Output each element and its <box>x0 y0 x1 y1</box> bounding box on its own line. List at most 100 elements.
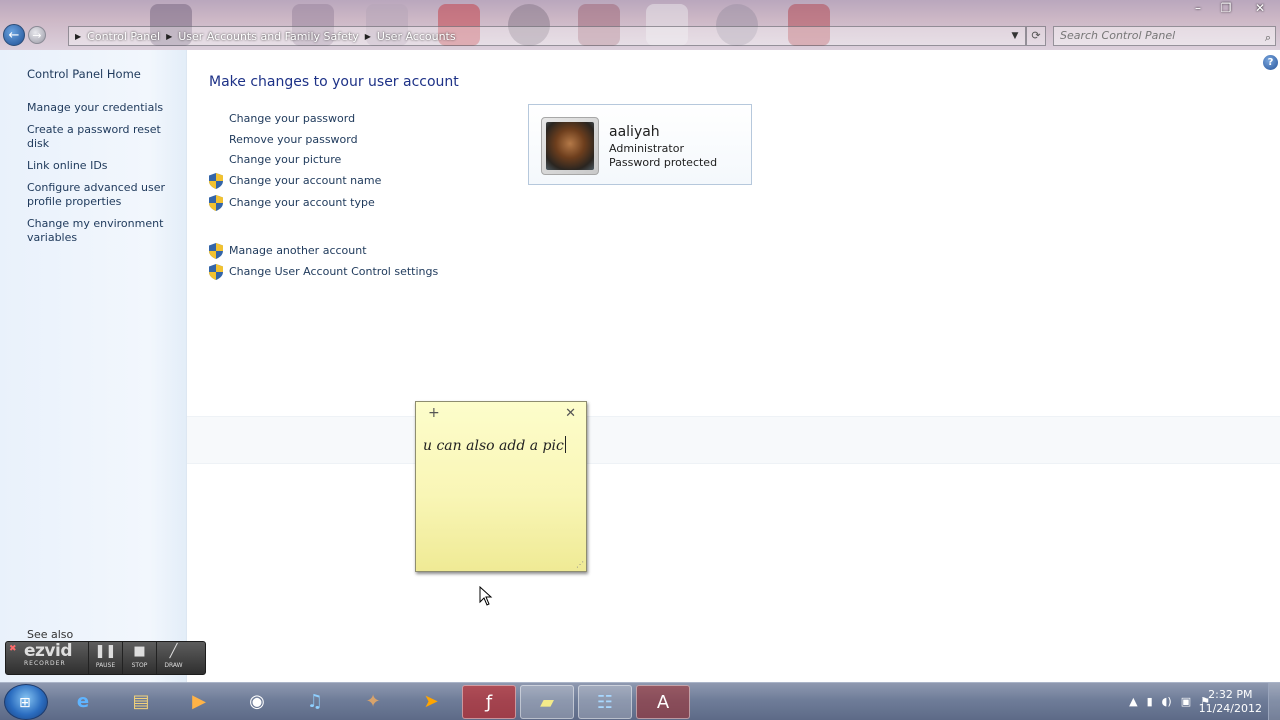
minimize-button[interactable]: – <box>1184 0 1212 18</box>
link-online-ids-link[interactable]: Link online IDs <box>27 159 177 173</box>
task-label[interactable]: Manage another account <box>229 243 367 259</box>
flash-icon: ƒ <box>485 692 493 713</box>
breadcrumb-separator-icon: ▶ <box>364 31 371 41</box>
resize-grip-icon[interactable]: ⋰ <box>576 560 584 569</box>
taskbar-media-center[interactable]: ➤ <box>404 685 458 719</box>
create-password-reset-disk-link[interactable]: Create a password reset disk <box>27 123 177 151</box>
control-panel-home-link[interactable]: Control Panel Home <box>27 67 141 81</box>
breadcrumb-control-panel[interactable]: Control Panel <box>87 30 160 43</box>
task-label[interactable]: Change your account type <box>229 195 375 211</box>
configure-profile-properties-link[interactable]: Configure advanced user profile properti… <box>27 181 177 209</box>
close-icon[interactable]: ✕ <box>565 406 576 421</box>
pen-icon: ╱ <box>169 644 178 659</box>
breadcrumb-user-accounts-family-safety[interactable]: User Accounts and Family Safety <box>178 30 358 43</box>
breadcrumb-separator-icon: ▶ <box>75 31 82 41</box>
internet-explorer-icon: e <box>76 691 90 712</box>
uac-shield-icon <box>209 243 223 259</box>
manage-credentials-link[interactable]: Manage your credentials <box>27 101 177 115</box>
left-pane: Control Panel Home Manage your credentia… <box>0 50 187 682</box>
taskbar-sticky-notes[interactable]: ▰ <box>520 685 574 719</box>
stop-button[interactable]: ■ STOP <box>122 642 156 674</box>
show-hidden-icons-icon[interactable]: ▲ <box>1129 695 1137 708</box>
sticky-note[interactable]: + ✕ u can also add a pic ⋰ <box>415 401 587 572</box>
recorder-close-icon[interactable]: ✖ <box>9 644 17 654</box>
account-role: Administrator <box>609 142 684 155</box>
back-button[interactable]: ← <box>3 24 25 46</box>
restore-button[interactable]: ❐ <box>1212 0 1240 18</box>
task-label[interactable]: Change your password <box>229 111 355 127</box>
stop-label: STOP <box>131 662 148 669</box>
disc-icon: ◉ <box>249 691 265 712</box>
task-label[interactable]: Change your picture <box>229 152 341 168</box>
taskbar-itunes[interactable]: ♫ <box>288 685 342 719</box>
clock-date: 11/24/2012 <box>1198 702 1262 715</box>
recorder-logo-text: ezvid <box>24 641 73 661</box>
change-environment-variables-link[interactable]: Change my environment variables <box>27 217 177 245</box>
breadcrumb-user-accounts[interactable]: User Accounts <box>377 30 456 43</box>
taskbar-app-6[interactable]: ✦ <box>346 685 400 719</box>
account-name: aaliyah <box>609 124 660 140</box>
taskbar-control-panel[interactable]: ☷ <box>578 685 632 719</box>
recorder-widget: ✖ ezvid RECORDER ❚❚ PAUSE ■ STOP ╱ DRAW <box>5 641 206 675</box>
refresh-button[interactable]: ⟳ <box>1026 26 1046 46</box>
breadcrumb-separator-icon: ▶ <box>166 31 173 41</box>
mouse-cursor-icon <box>479 586 493 606</box>
add-note-icon[interactable]: + <box>428 405 440 421</box>
task-label[interactable]: Change User Account Control settings <box>229 264 438 280</box>
search-input[interactable]: Search Control Panel ⌕ <box>1053 26 1276 46</box>
itunes-icon: ♫ <box>306 691 324 712</box>
show-desktop-button[interactable] <box>1268 683 1280 720</box>
search-icon[interactable]: ⌕ <box>1265 29 1271 47</box>
start-button[interactable]: ⊞ <box>4 684 48 720</box>
pause-icon: ❚❚ <box>94 644 117 659</box>
control-panel-icon: ☷ <box>596 692 614 713</box>
taskbar: ⊞ e ▤ ▶ ◉ ♫ ✦ ➤ ƒ ▰ ☷ A ▲ ▮ ◖) ▣ ⚑ 2:32 … <box>0 682 1280 720</box>
play-circle-icon: ➤ <box>423 691 439 712</box>
see-also-heading: See also <box>27 628 74 641</box>
taskbar-internet-explorer[interactable]: e <box>56 685 110 719</box>
windows-logo-icon: ⊞ <box>19 695 31 711</box>
media-player-icon: ▶ <box>192 691 206 712</box>
recorder-logo: ezvid RECORDER <box>6 642 88 674</box>
taskbar-app-4[interactable]: ◉ <box>230 685 284 719</box>
uac-shield-icon <box>209 195 223 211</box>
search-placeholder: Search Control Panel <box>1060 29 1176 42</box>
taskbar-media-player[interactable]: ▶ <box>172 685 226 719</box>
recorder-logo-subtext: RECORDER <box>24 660 66 667</box>
window-controls: – ❐ ✕ <box>1184 0 1280 18</box>
taskbar-file-explorer[interactable]: ▤ <box>114 685 168 719</box>
clock[interactable]: 2:32 PM 11/24/2012 <box>1199 688 1262 716</box>
address-dropdown-icon[interactable]: ▼ <box>1008 27 1022 45</box>
account-card: aaliyah Administrator Password protected <box>528 104 752 185</box>
avatar-image <box>546 122 594 170</box>
network-icon[interactable]: ▮ <box>1147 695 1153 708</box>
close-button[interactable]: ✕ <box>1240 0 1280 18</box>
draw-button[interactable]: ╱ DRAW <box>156 642 190 674</box>
stop-icon: ■ <box>133 644 146 659</box>
taskbar-flash[interactable]: ƒ <box>462 685 516 719</box>
help-icon[interactable]: ? <box>1263 55 1278 70</box>
pause-label: PAUSE <box>95 662 116 669</box>
task-label[interactable]: Change your account name <box>229 173 381 189</box>
sticky-notes-icon: ▰ <box>540 692 554 713</box>
page-title: Make changes to your user account <box>209 74 459 90</box>
address-bar[interactable]: ▶ Control Panel ▶ User Accounts and Fami… <box>68 26 1026 46</box>
background-band <box>187 416 1280 464</box>
app-icon: ✦ <box>365 691 381 712</box>
back-arrow-icon: ← <box>8 28 20 43</box>
sticky-note-content: u can also add a pic <box>423 438 564 454</box>
monitor-icon[interactable]: ▣ <box>1181 695 1191 708</box>
folder-icon: ▤ <box>132 691 150 712</box>
left-pane-links: Manage your credentials Create a passwor… <box>27 101 177 253</box>
window-titlebar: – ❐ ✕ ← → ▶ Control Panel ▶ User Account… <box>0 0 1280 50</box>
sticky-note-text[interactable]: u can also add a pic <box>423 436 566 454</box>
forward-arrow-icon: → <box>32 29 42 42</box>
volume-icon[interactable]: ◖) <box>1162 695 1172 708</box>
task-label[interactable]: Remove your password <box>229 132 358 148</box>
uac-shield-icon <box>209 173 223 189</box>
draw-label: DRAW <box>164 662 183 669</box>
avatar[interactable] <box>541 117 599 175</box>
forward-button[interactable]: → <box>28 26 46 44</box>
taskbar-adobe[interactable]: A <box>636 685 690 719</box>
pause-button[interactable]: ❚❚ PAUSE <box>88 642 122 674</box>
